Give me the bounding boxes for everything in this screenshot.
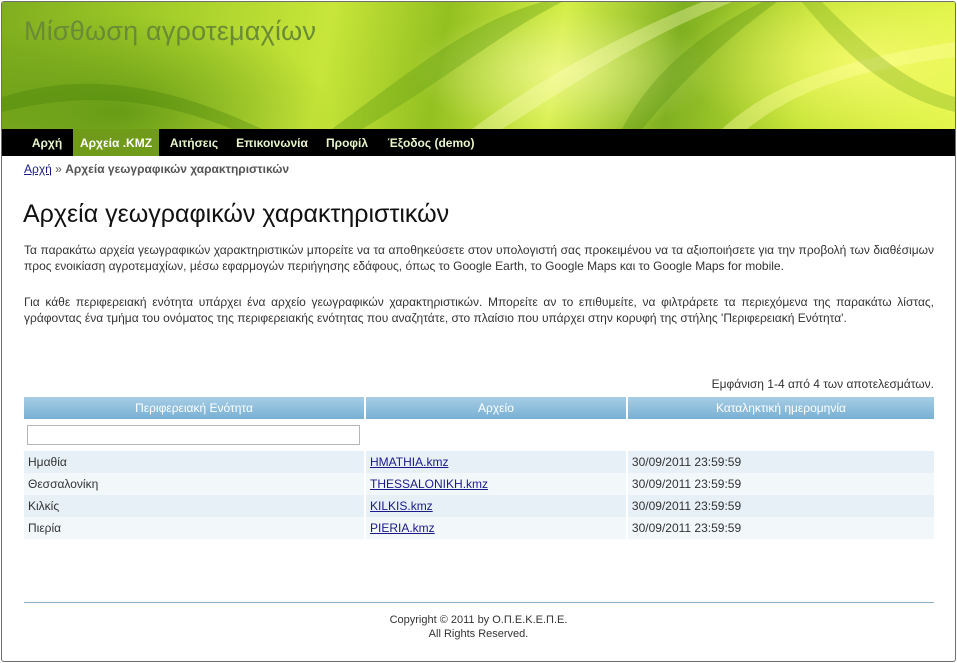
footer-rights: All Rights Reserved. xyxy=(428,628,529,640)
kmz-file-link[interactable]: THESSALONIKH.kmz xyxy=(370,477,488,491)
nav-item-contact[interactable]: Επικοινωνία xyxy=(228,129,316,156)
intro-paragraph: Τα παρακάτω αρχεία γεωγραφικών χαρακτηρι… xyxy=(24,243,934,273)
file-cell: HMATHIA.kmz xyxy=(365,451,628,473)
breadcrumb: Αρχή » Αρχεία γεωγραφικών χαρακτηριστικώ… xyxy=(24,162,289,176)
footer-divider xyxy=(24,602,934,603)
table-row: Πιερία PIERIA.kmz 30/09/2011 23:59:59 xyxy=(24,517,934,539)
filter-cell-empty xyxy=(626,419,934,451)
region-filter-input[interactable] xyxy=(27,425,360,445)
page-footer: Copyright © 2011 by Ο.Π.Ε.Κ.Ε.Π.Ε. All R… xyxy=(2,613,955,641)
column-header-deadline[interactable]: Καταληκτική ημερομηνία xyxy=(626,397,934,419)
filter-cell-empty xyxy=(365,419,628,451)
deadline-cell: 30/09/2011 23:59:59 xyxy=(626,473,934,495)
filter-help-paragraph: Για κάθε περιφερειακή ενότητα υπάρχει έν… xyxy=(24,295,934,325)
breadcrumb-separator: » xyxy=(55,162,62,176)
filter-cell xyxy=(24,419,366,451)
kmz-file-link[interactable]: PIERIA.kmz xyxy=(370,521,435,535)
nav-item-kmz-files[interactable]: Αρχεία .KMZ xyxy=(73,129,159,156)
table-row: Κιλκίς KILKIS.kmz 30/09/2011 23:59:59 xyxy=(24,495,934,517)
region-cell: Θεσσαλονίκη xyxy=(24,473,366,495)
table-filter-row xyxy=(24,419,934,451)
site-header-banner: Μίσθωση αγροτεμαχίων xyxy=(2,2,955,129)
page-title: Αρχεία γεωγραφικών χαρακτηριστικών xyxy=(23,200,450,228)
table-row: Θεσσαλονίκη THESSALONIKH.kmz 30/09/2011 … xyxy=(24,473,934,495)
nav-item-applications[interactable]: Αιτήσεις xyxy=(162,129,226,156)
breadcrumb-current: Αρχεία γεωγραφικών χαρακτηριστικών xyxy=(65,162,290,176)
kmz-files-table: Περιφερειακή Ενότητα Αρχείο Καταληκτική … xyxy=(24,397,934,539)
site-title: Μίσθωση αγροτεμαχίων xyxy=(24,16,317,46)
region-cell: Πιερία xyxy=(24,517,366,539)
main-navigation: Αρχή Αρχεία .KMZ Αιτήσεις Επικοινωνία Πρ… xyxy=(2,129,955,156)
nav-item-home[interactable]: Αρχή xyxy=(23,129,71,156)
table-row: Ημαθία HMATHIA.kmz 30/09/2011 23:59:59 xyxy=(24,451,934,473)
column-header-region[interactable]: Περιφερειακή Ενότητα xyxy=(24,397,366,419)
deadline-cell: 30/09/2011 23:59:59 xyxy=(626,517,934,539)
deadline-cell: 30/09/2011 23:59:59 xyxy=(626,495,934,517)
table-header-row: Περιφερειακή Ενότητα Αρχείο Καταληκτική … xyxy=(24,397,934,419)
footer-copyright: Copyright © 2011 by Ο.Π.Ε.Κ.Ε.Π.Ε. xyxy=(389,614,568,626)
column-header-file[interactable]: Αρχείο xyxy=(365,397,628,419)
file-cell: KILKIS.kmz xyxy=(365,495,628,517)
kmz-file-link[interactable]: KILKIS.kmz xyxy=(370,499,433,513)
nav-item-logout[interactable]: Έξοδος (demo) xyxy=(378,129,484,156)
region-cell: Ημαθία xyxy=(24,451,366,473)
file-cell: THESSALONIKH.kmz xyxy=(365,473,628,495)
deadline-cell: 30/09/2011 23:59:59 xyxy=(626,451,934,473)
results-summary: Εμφάνιση 1-4 από 4 των αποτελεσμάτων. xyxy=(711,377,934,391)
file-cell: PIERIA.kmz xyxy=(365,517,628,539)
kmz-file-link[interactable]: HMATHIA.kmz xyxy=(370,455,448,469)
page-frame: Μίσθωση αγροτεμαχίων Αρχή Αρχεία .KMZ Αι… xyxy=(1,1,956,662)
breadcrumb-home-link[interactable]: Αρχή xyxy=(24,162,52,176)
region-cell: Κιλκίς xyxy=(24,495,366,517)
nav-item-profile[interactable]: Προφίλ xyxy=(318,129,376,156)
